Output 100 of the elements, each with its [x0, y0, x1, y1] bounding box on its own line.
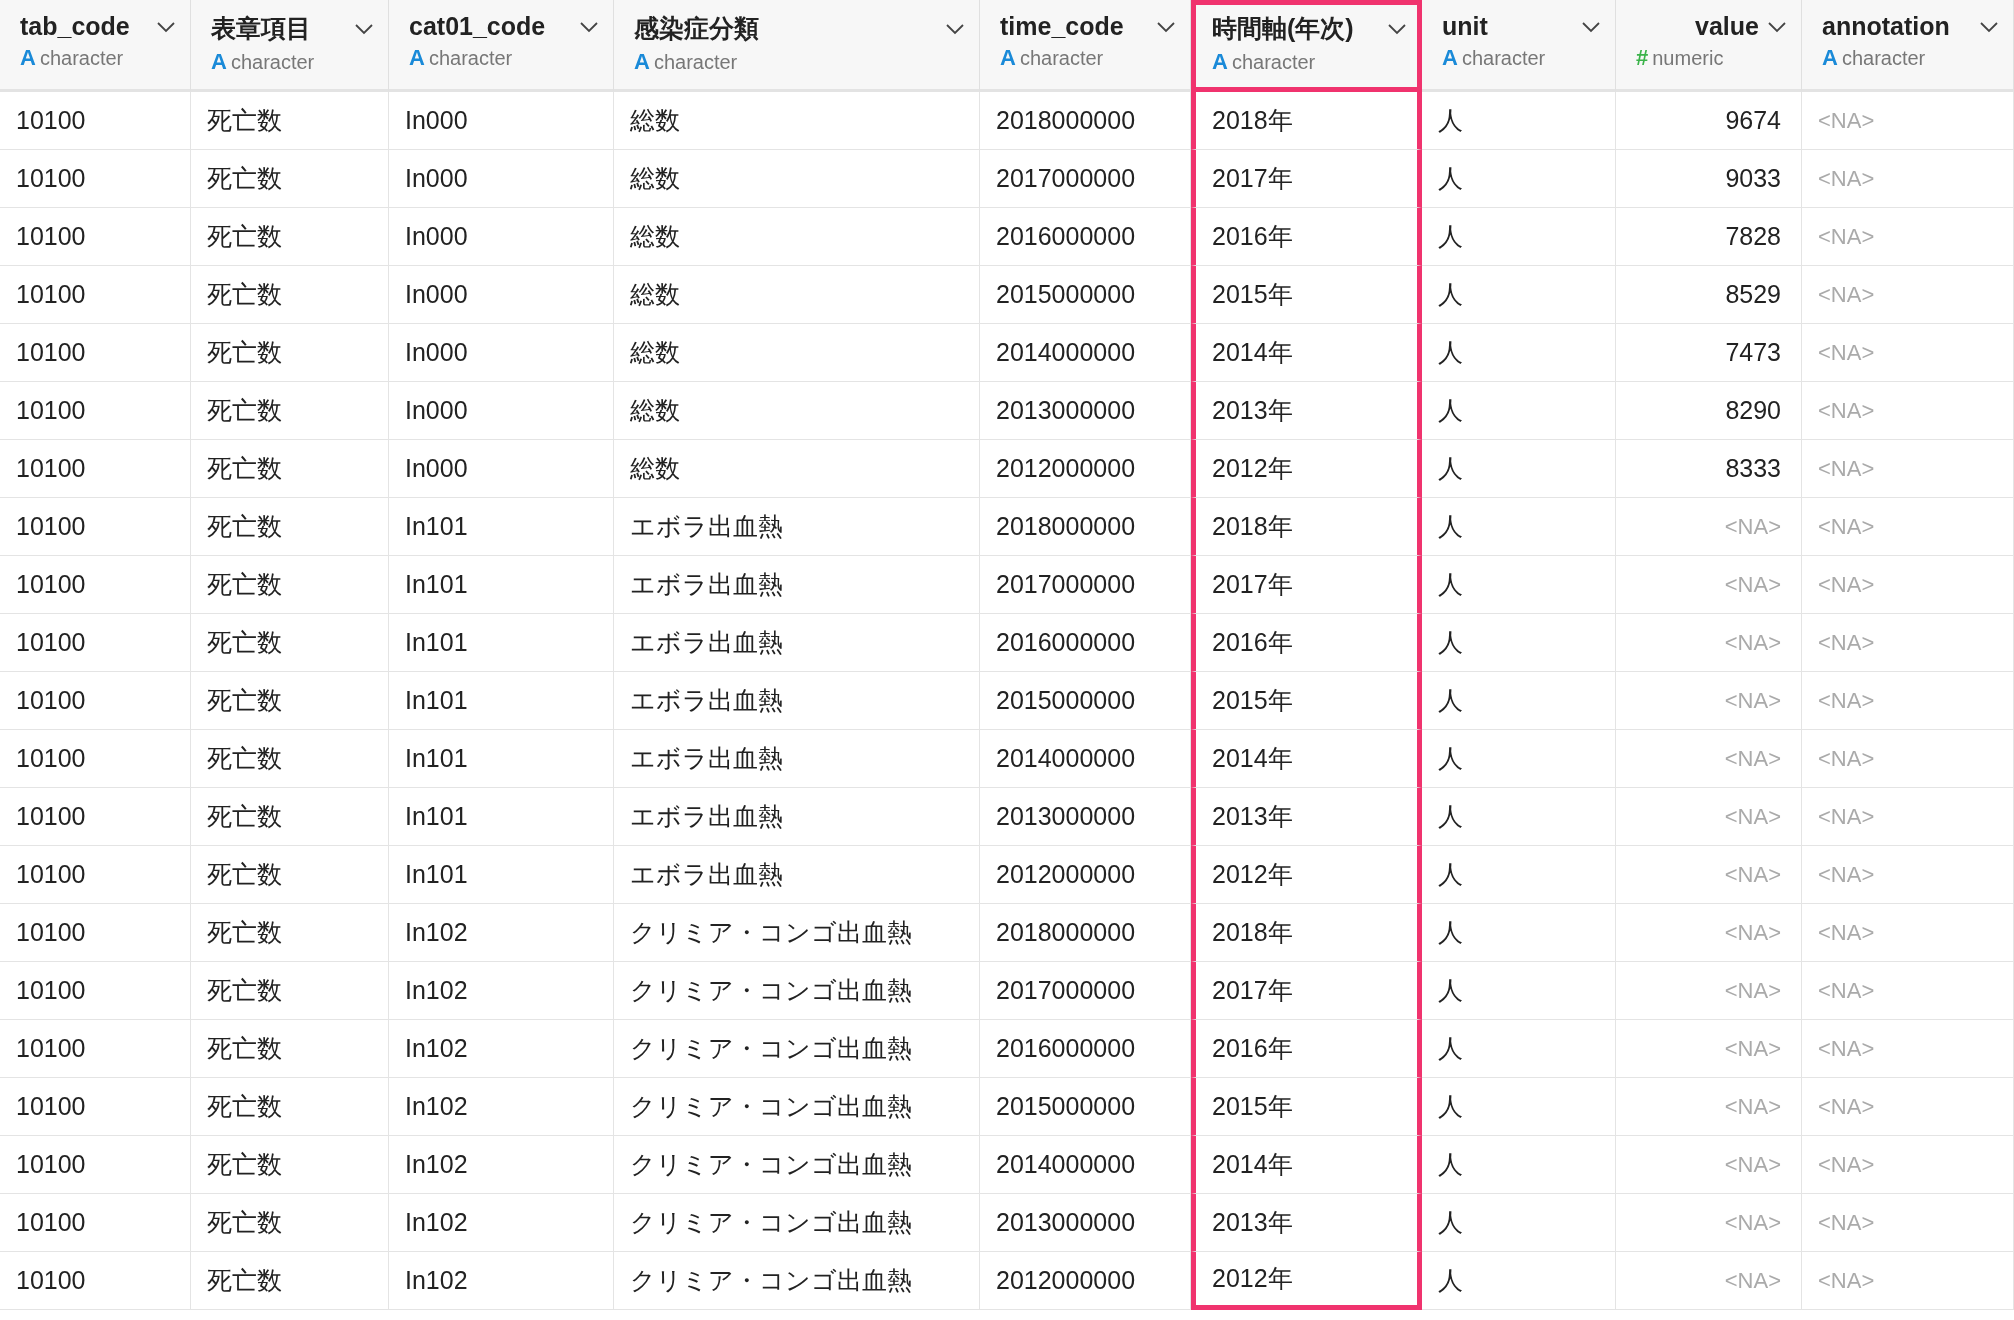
- table-cell-text: 2014年: [1212, 743, 1293, 774]
- table-cell: <NA>: [1724, 1093, 1781, 1120]
- table-cell: <NA>: [1818, 513, 1875, 540]
- column-header[interactable]: tab_code A character: [0, 0, 191, 92]
- table-cell: 10100: [16, 1034, 86, 1063]
- chevron-down-icon[interactable]: [1581, 20, 1601, 33]
- type-icon: A: [634, 49, 650, 75]
- table-cell-text: 死亡数: [207, 917, 282, 948]
- column-header[interactable]: time_code A character: [980, 0, 1191, 92]
- column-header[interactable]: 感染症分類 A character: [614, 0, 980, 92]
- table-cell: <NA>: [1724, 629, 1781, 656]
- table-cell: In000: [405, 164, 468, 193]
- table-cell-text: 2013年: [1212, 395, 1293, 426]
- table-cell: 2012000000: [996, 1266, 1136, 1295]
- table-cell-text: クリミア・コンゴ出血熱: [630, 1091, 912, 1122]
- table-cell: <NA>: [1724, 1035, 1781, 1062]
- table-cell-text: 人: [1438, 1033, 1463, 1064]
- table-cell: 9033: [1725, 164, 1781, 193]
- chevron-down-icon[interactable]: [579, 20, 599, 33]
- table-cell: 10100: [16, 106, 86, 135]
- column-name: annotation: [1822, 12, 1951, 41]
- table-cell: 10100: [16, 918, 86, 947]
- chevron-down-icon[interactable]: [945, 22, 965, 35]
- column-type: character: [1019, 47, 1104, 70]
- table-cell-text: 人: [1438, 163, 1463, 194]
- table-cell: <NA>: [1818, 165, 1875, 192]
- type-icon: A: [409, 45, 425, 71]
- column-header[interactable]: annotation A character: [1802, 0, 2014, 92]
- table-cell-text: 人: [1438, 337, 1463, 368]
- table-cell: In000: [405, 396, 468, 425]
- table-cell: <NA>: [1818, 687, 1875, 714]
- column-header[interactable]: 表章項目 A character: [191, 0, 389, 92]
- table-cell: <NA>: [1818, 745, 1875, 772]
- column-name: 表章項目: [211, 13, 312, 44]
- table-cell-text: 2015年: [1212, 279, 1293, 310]
- chevron-down-icon[interactable]: [1767, 20, 1787, 33]
- table-cell: In102: [405, 1266, 468, 1295]
- table-cell: <NA>: [1818, 1151, 1875, 1178]
- table-cell: <NA>: [1818, 977, 1875, 1004]
- table-cell: 2015000000: [996, 280, 1136, 309]
- column-header[interactable]: unit A character: [1422, 0, 1616, 92]
- table-cell-text: 人: [1438, 1091, 1463, 1122]
- column-type: character: [428, 47, 513, 70]
- column-header[interactable]: value # numeric: [1616, 0, 1802, 92]
- chevron-down-icon[interactable]: [354, 22, 374, 35]
- chevron-down-icon[interactable]: [1387, 22, 1407, 35]
- table-cell-text: 死亡数: [207, 1033, 282, 1064]
- table-cell: In000: [405, 222, 468, 251]
- table-cell: 2012000000: [996, 454, 1136, 483]
- chevron-down-icon[interactable]: [1979, 20, 1999, 33]
- table-cell-text: エボラ出血熱: [630, 801, 783, 832]
- table-cell-text: 2017年: [1212, 975, 1293, 1006]
- table-cell-text: 死亡数: [207, 337, 282, 368]
- table-cell-text: 死亡数: [207, 511, 282, 542]
- table-cell-text: 人: [1438, 685, 1463, 716]
- table-cell: In102: [405, 976, 468, 1005]
- table-cell: 2015000000: [996, 1092, 1136, 1121]
- table-cell: 10100: [16, 860, 86, 889]
- table-cell-text: 2014年: [1212, 1149, 1293, 1180]
- table-cell-text: 死亡数: [207, 453, 282, 484]
- table-cell-text: 人: [1438, 279, 1463, 310]
- column-name: unit: [1442, 12, 1489, 41]
- table-cell: In102: [405, 1208, 468, 1237]
- table-cell-text: 死亡数: [207, 1149, 282, 1180]
- table-cell: In102: [405, 1034, 468, 1063]
- table-cell-text: 2012年: [1212, 859, 1293, 890]
- table-cell: <NA>: [1818, 1267, 1875, 1294]
- column-header[interactable]: 時間軸(年次) A character: [1191, 0, 1422, 92]
- chevron-down-icon[interactable]: [156, 20, 176, 33]
- table-cell-text: 2016年: [1212, 627, 1293, 658]
- table-cell: <NA>: [1724, 861, 1781, 888]
- column-header[interactable]: cat01_code A character: [389, 0, 614, 92]
- column-name: value: [1694, 12, 1759, 41]
- table-cell-text: 人: [1438, 975, 1463, 1006]
- table-cell: In102: [405, 918, 468, 947]
- table-cell: 2017000000: [996, 976, 1136, 1005]
- table-cell: 2014000000: [996, 338, 1136, 367]
- table-cell-text: 人: [1438, 917, 1463, 948]
- table-cell-text: 人: [1438, 569, 1463, 600]
- table-cell: 2016000000: [996, 628, 1136, 657]
- table-cell-text: 死亡数: [207, 163, 282, 194]
- table-cell: <NA>: [1818, 861, 1875, 888]
- table-cell: <NA>: [1724, 977, 1781, 1004]
- table-cell: 10100: [16, 512, 86, 541]
- table-cell: <NA>: [1724, 1267, 1781, 1294]
- table-cell: 10100: [16, 744, 86, 773]
- table-cell-text: 2015年: [1212, 685, 1293, 716]
- table-cell-text: 総数: [630, 221, 680, 252]
- table-cell: 10100: [16, 338, 86, 367]
- chevron-down-icon[interactable]: [1156, 20, 1176, 33]
- table-cell: In101: [405, 686, 468, 715]
- table-cell: <NA>: [1818, 1209, 1875, 1236]
- table-cell-text: クリミア・コンゴ出血熱: [630, 975, 912, 1006]
- table-cell-text: 人: [1438, 221, 1463, 252]
- table-cell: In000: [405, 338, 468, 367]
- table-cell-text: 2013年: [1212, 801, 1293, 832]
- column-type: character: [653, 51, 738, 74]
- table-cell: <NA>: [1818, 1093, 1875, 1120]
- column-name: 感染症分類: [634, 13, 760, 44]
- table-cell-text: 死亡数: [207, 975, 282, 1006]
